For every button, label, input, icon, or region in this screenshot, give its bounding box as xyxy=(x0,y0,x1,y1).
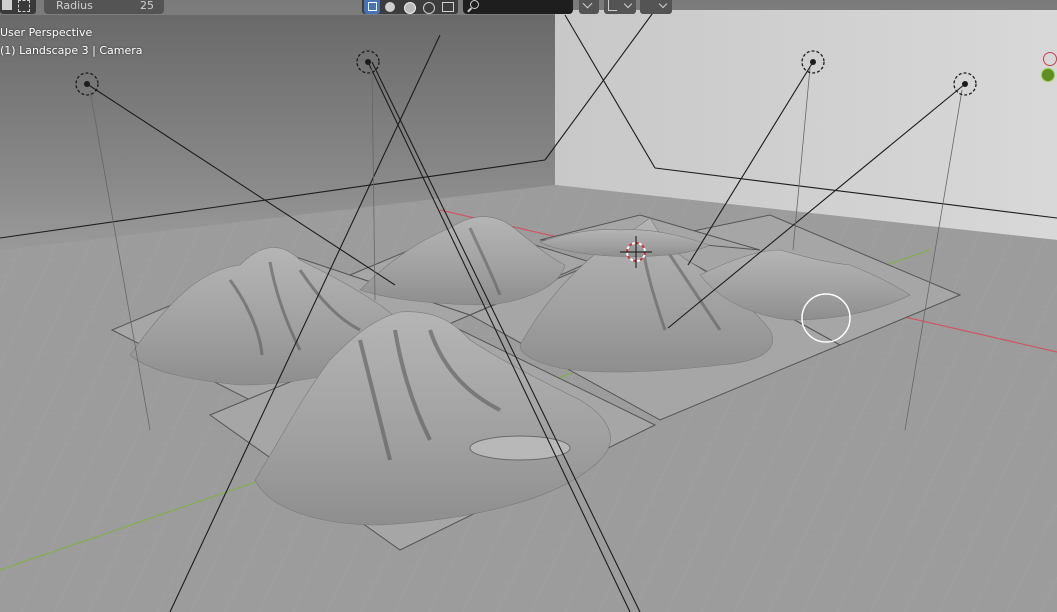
radius-value: 25 xyxy=(140,0,154,12)
gizmo-icon[interactable] xyxy=(442,2,454,12)
snap-dropdown-icon xyxy=(658,0,668,9)
select-box-icon xyxy=(18,0,30,12)
search-field[interactable] xyxy=(463,0,573,14)
material-preview-icon[interactable] xyxy=(404,2,416,14)
wireframe-icon[interactable] xyxy=(364,0,380,14)
tool-mode-button[interactable] xyxy=(0,0,36,14)
shading-buttons xyxy=(362,0,458,14)
pivot-dropdown[interactable] xyxy=(604,0,636,14)
chevron-down-icon xyxy=(623,0,633,9)
gizmo-x-axis-icon[interactable] xyxy=(1043,52,1057,66)
tool-icon xyxy=(2,0,12,10)
rendered-shading-icon[interactable] xyxy=(423,2,435,14)
view-name: User Perspective xyxy=(0,26,93,39)
snap-dropdown[interactable] xyxy=(640,0,672,14)
chevron-down-icon xyxy=(582,0,593,9)
snap-options-button[interactable] xyxy=(579,0,599,14)
object-info: (1) Landscape 3 | Camera xyxy=(0,44,143,57)
gizmo-y-axis-icon[interactable] xyxy=(1041,68,1055,82)
solid-shading-icon[interactable] xyxy=(385,2,395,12)
radius-label: Radius xyxy=(56,0,93,12)
radius-field[interactable]: Radius 25 xyxy=(44,0,164,14)
viewport-scene[interactable] xyxy=(0,0,1057,612)
3d-viewport[interactable]: Radius 25 User Perspective (1) Landscape… xyxy=(0,0,1057,612)
pivot-icon xyxy=(608,0,617,11)
search-icon-handle xyxy=(467,7,472,13)
